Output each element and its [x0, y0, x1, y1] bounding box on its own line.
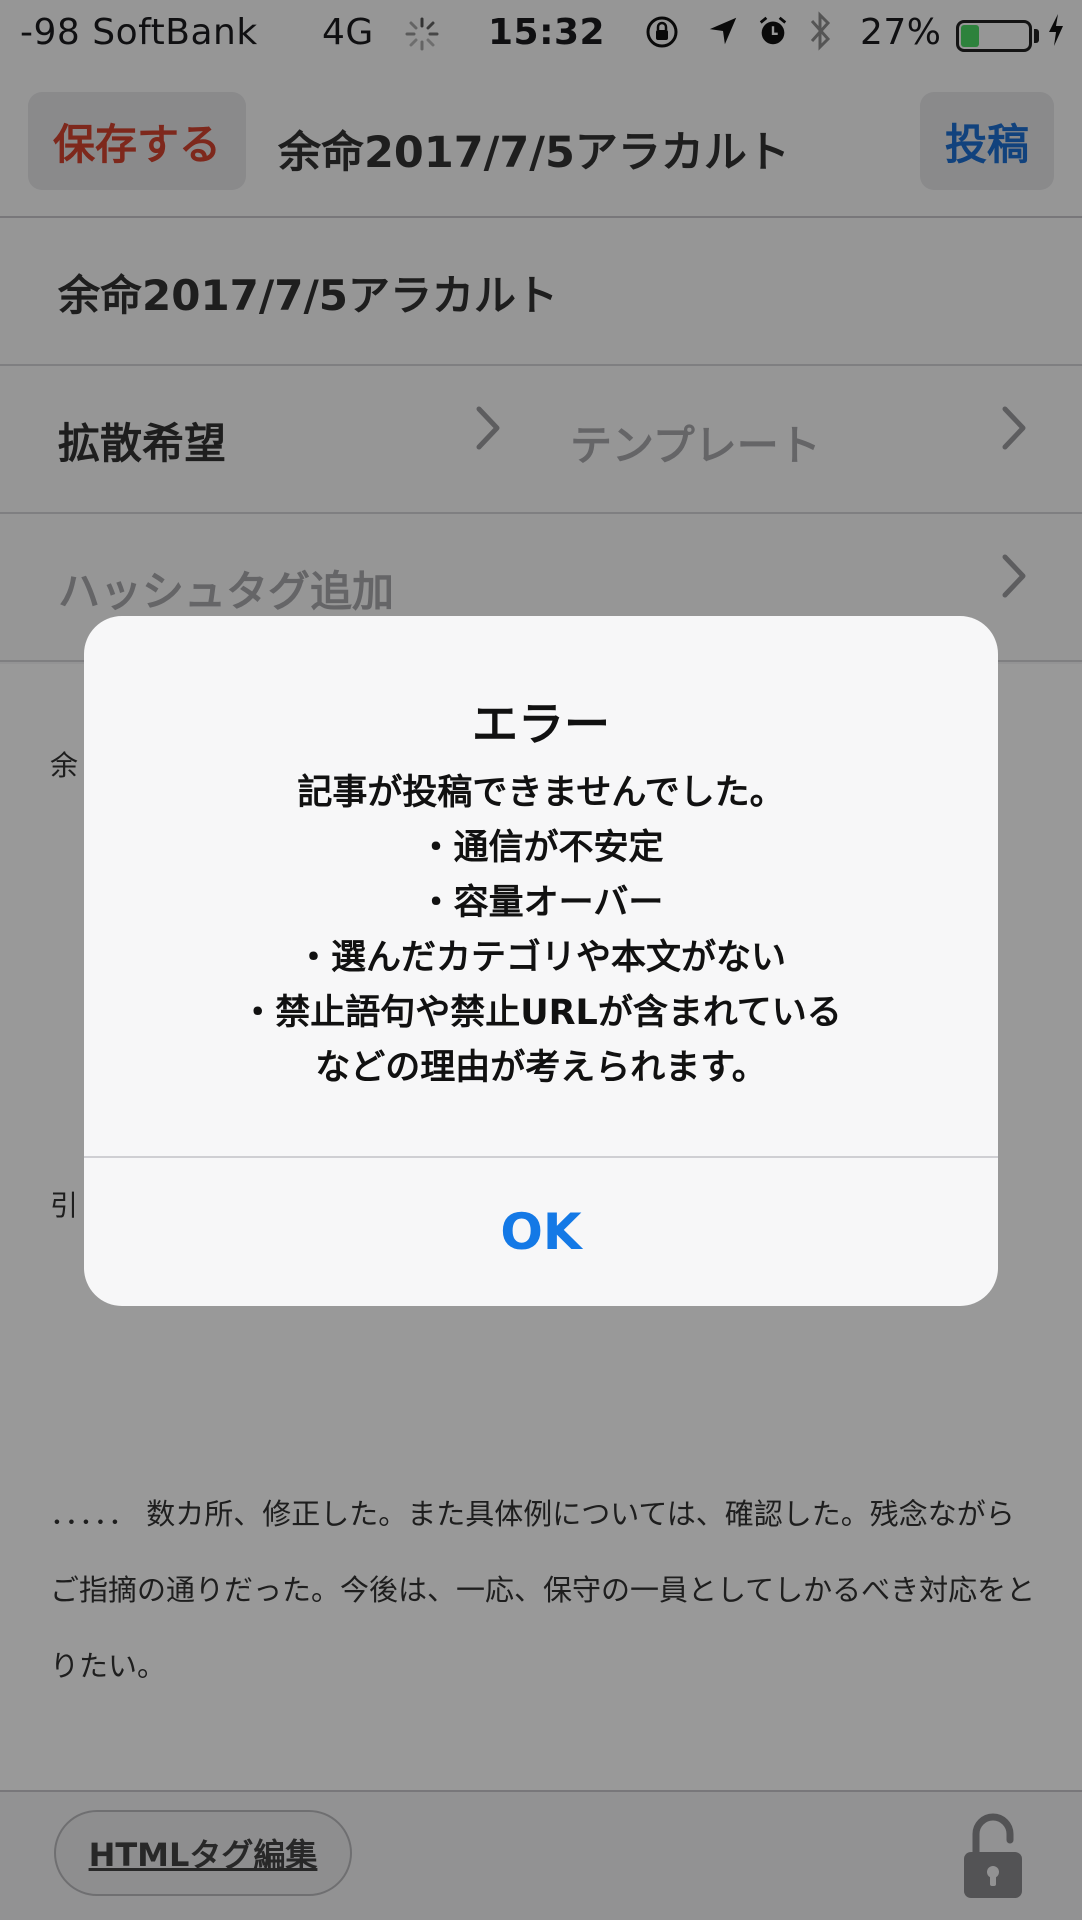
error-alert-dialog: エラー 記事が投稿できませんでした。 ・通信が不安定 ・容量オーバー ・選んだカ…	[84, 616, 998, 1306]
alert-message-line: ・容量オーバー	[418, 883, 664, 923]
alert-message: 記事が投稿できませんでした。 ・通信が不安定 ・容量オーバー ・選んだカテゴリや…	[84, 766, 998, 1096]
screen: -98 SoftBank 4G 15:32 27% 保存する 余命2017/7/…	[0, 0, 1082, 1920]
alert-message-line: ・通信が不安定	[418, 828, 664, 868]
alert-message-line: などの理由が考えられます。	[315, 1048, 767, 1088]
alert-message-line: ・禁止語句や禁止URLが含まれている	[240, 993, 842, 1033]
alert-title: エラー	[472, 697, 610, 751]
alert-message-line: ・選んだカテゴリや本文がない	[295, 938, 786, 978]
ok-button[interactable]: OK	[84, 1158, 998, 1306]
alert-message-line: 記事が投稿できませんでした。	[297, 773, 785, 813]
